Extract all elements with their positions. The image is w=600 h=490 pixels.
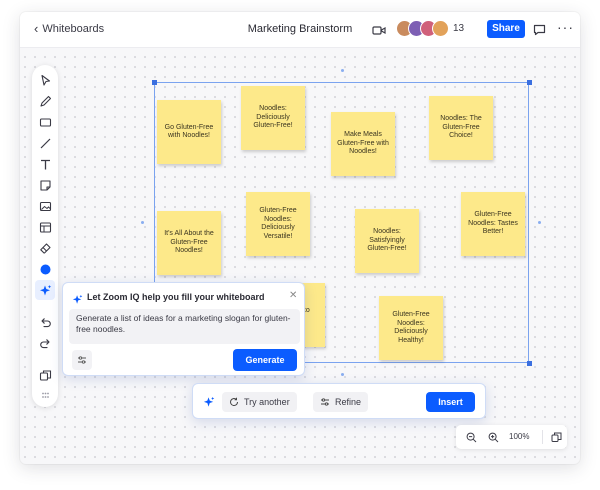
insert-button[interactable]: Insert xyxy=(426,392,475,412)
color-icon[interactable] xyxy=(35,259,55,279)
layers-icon[interactable] xyxy=(35,365,55,385)
ai-sparkle-icon xyxy=(72,292,83,310)
sticky-note[interactable]: Gluten-Free Noodles: Deliciously Healthy… xyxy=(379,296,443,360)
try-another-label: Try another xyxy=(244,397,290,407)
refine-label: Refine xyxy=(335,397,362,407)
share-button[interactable]: Share xyxy=(487,20,525,38)
zoom-level[interactable]: 100% xyxy=(509,432,529,441)
edge-handle[interactable] xyxy=(341,373,344,376)
chevron-left-icon: ‹ xyxy=(34,21,39,36)
participant-count: 13 xyxy=(453,23,465,34)
resize-handle[interactable] xyxy=(527,361,532,366)
sticky-note[interactable]: Noodles: Satisfyingly Gluten-Free! xyxy=(355,209,419,273)
panel-title: Let Zoom IQ help you fill your whiteboar… xyxy=(87,292,265,302)
resize-handle[interactable] xyxy=(527,80,532,85)
image-icon[interactable] xyxy=(35,196,55,216)
template-icon[interactable] xyxy=(35,217,55,237)
edge-handle[interactable] xyxy=(538,221,541,224)
text-icon[interactable] xyxy=(35,154,55,174)
participant-avatars[interactable]: 13 xyxy=(396,20,464,37)
resize-handle[interactable] xyxy=(152,80,157,85)
sticky-note[interactable]: Gluten-Free Noodles: Tastes Better! xyxy=(461,192,525,256)
more-options-icon[interactable]: ··· xyxy=(557,20,574,34)
drag-grip-icon[interactable] xyxy=(35,385,55,405)
sticky-note[interactable]: Make Meals Gluten-Free with Noodles! xyxy=(331,112,395,176)
back-to-whiteboards-link[interactable]: ‹ Whiteboards xyxy=(34,22,104,36)
try-another-button[interactable]: Try another xyxy=(222,392,297,412)
line-icon[interactable] xyxy=(35,133,55,153)
refresh-icon xyxy=(230,397,239,407)
rotate-handle[interactable] xyxy=(341,69,344,72)
zoom-controls: 100% xyxy=(456,425,567,449)
generate-button[interactable]: Generate xyxy=(233,349,297,371)
left-toolbar xyxy=(32,65,58,407)
ai-action-bar: Try another Refine Insert xyxy=(192,383,486,419)
refine-button[interactable]: Refine xyxy=(313,392,369,412)
edge-handle[interactable] xyxy=(141,221,144,224)
ai-sparkle-icon xyxy=(203,395,215,413)
redo-icon[interactable] xyxy=(35,333,55,353)
chat-icon[interactable] xyxy=(533,23,546,41)
video-camera-icon[interactable] xyxy=(372,23,386,41)
close-icon[interactable]: ✕ xyxy=(289,290,297,301)
whiteboard-window: ‹ Whiteboards Marketing Brainstorm 13 Sh… xyxy=(20,12,580,464)
settings-sliders-icon xyxy=(321,398,329,406)
select-icon[interactable] xyxy=(35,70,55,90)
ai-sparkle-icon[interactable] xyxy=(35,280,55,300)
back-label: Whiteboards xyxy=(42,23,105,35)
sticky-note[interactable]: It's All About the Gluten-Free Noodles! xyxy=(157,211,221,275)
zoom-in-icon[interactable] xyxy=(486,430,500,444)
sticky-note[interactable]: Noodles: Deliciously Gluten-Free! xyxy=(241,86,305,150)
zoom-iq-panel: Let Zoom IQ help you fill your whiteboar… xyxy=(62,282,305,376)
settings-sliders-icon[interactable] xyxy=(72,350,92,370)
sticky-note-icon[interactable] xyxy=(35,175,55,195)
pen-icon[interactable] xyxy=(35,91,55,111)
sticky-note[interactable]: Gluten-Free Noodles: Deliciously Versati… xyxy=(246,192,310,256)
sticky-note[interactable]: Go Gluten-Free with Noodles! xyxy=(157,100,221,164)
eraser-icon[interactable] xyxy=(35,238,55,258)
minimap-icon[interactable] xyxy=(549,430,563,444)
zoom-out-icon[interactable] xyxy=(464,430,478,444)
rectangle-icon[interactable] xyxy=(35,112,55,132)
divider xyxy=(542,430,543,444)
undo-icon[interactable] xyxy=(35,312,55,332)
prompt-input[interactable]: Generate a list of ideas for a marketing… xyxy=(69,309,300,344)
top-bar: ‹ Whiteboards Marketing Brainstorm 13 Sh… xyxy=(20,12,580,48)
avatar xyxy=(432,20,449,37)
sticky-note[interactable]: Noodles: The Gluten-Free Choice! xyxy=(429,96,493,160)
